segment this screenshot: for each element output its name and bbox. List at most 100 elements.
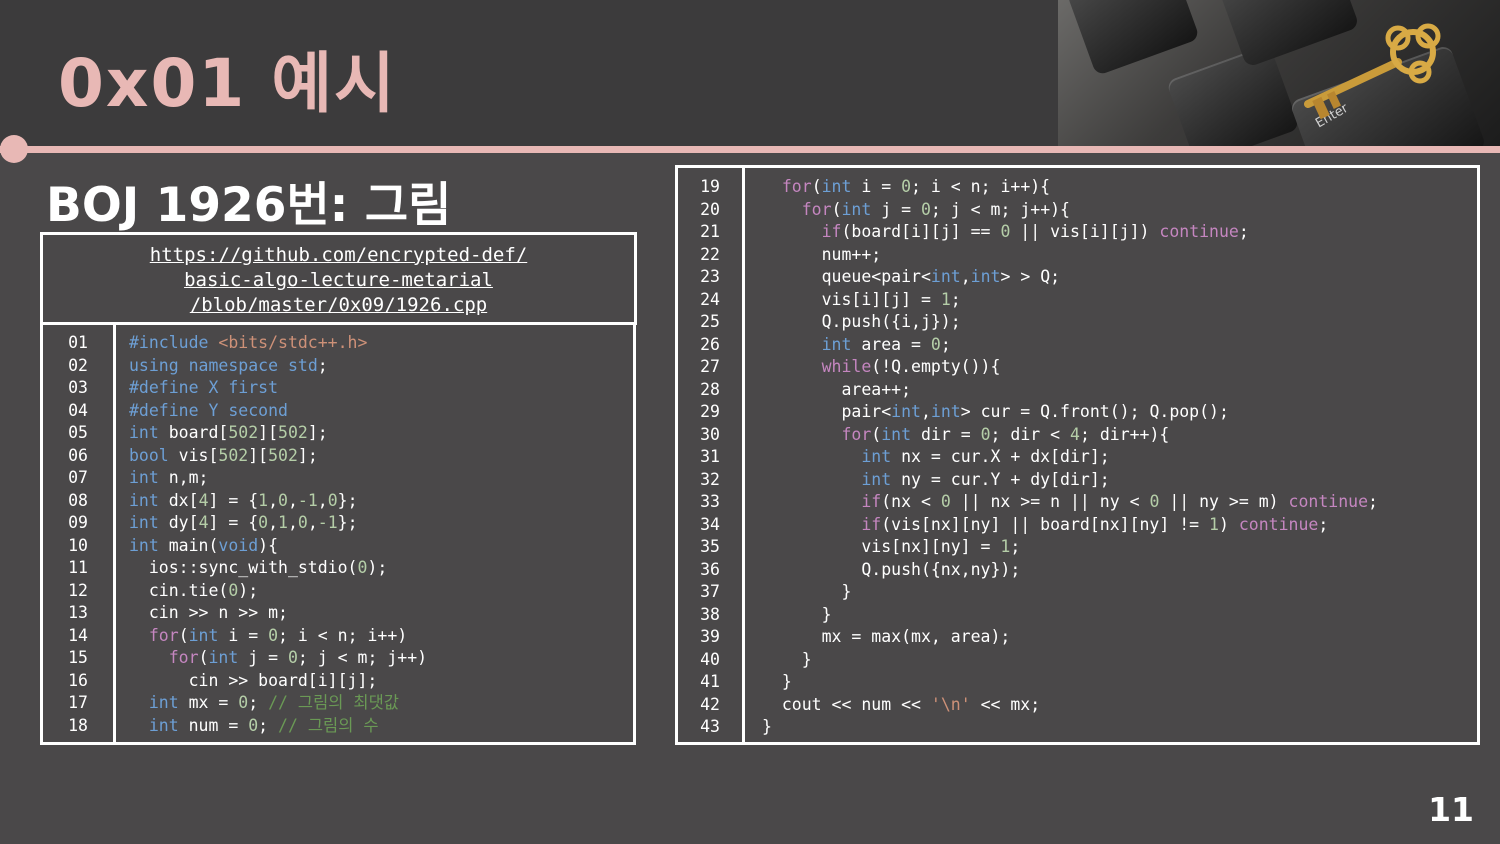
code-token: bool	[129, 445, 169, 465]
code-token: // 그림의 최댓값	[268, 693, 399, 712]
code-token: ,	[307, 513, 318, 532]
code-token: area =	[851, 334, 931, 354]
code-token: cin.tie(	[129, 580, 229, 600]
code-token: ; j < m; j++){	[930, 199, 1070, 219]
code-token: int	[188, 625, 219, 645]
code-line: 17 int mx = 0; // 그림의 최댓값	[43, 692, 633, 715]
line-number: 05	[68, 423, 88, 442]
code-token: 1	[278, 513, 288, 532]
code-token: }	[762, 604, 832, 624]
source-link-line-1[interactable]: https://github.com/encrypted-def/	[150, 243, 528, 268]
line-number: 16	[68, 670, 88, 690]
line-number: 33	[700, 492, 720, 511]
code-token: 0	[357, 558, 368, 577]
code-token: ; i < n; i++){	[911, 177, 1051, 196]
code-token: 1	[1000, 537, 1011, 556]
code-line: 03 #define X first	[43, 377, 633, 400]
code-token: Q.push({i,j});	[762, 312, 961, 331]
code-token: 0	[920, 199, 931, 219]
code-line: 42 cout << num << '\n' << mx;	[678, 694, 1477, 717]
code-token: 0	[940, 492, 951, 511]
code-token: ,	[268, 513, 279, 532]
code-token: if	[861, 492, 882, 511]
source-link-line-2[interactable]: basic-algo-lecture-metarial	[184, 268, 493, 293]
code-token: 0	[1000, 222, 1011, 241]
code-line: 30 for(int dir = 0; dir < 4; dir++){	[678, 424, 1477, 447]
source-link-line-3[interactable]: /blob/master/0x09/1926.cpp	[190, 293, 487, 318]
code-line: 11 ios::sync_with_stdio(0);	[43, 557, 633, 580]
line-number: 20	[700, 199, 720, 219]
line-number: 42	[700, 694, 720, 714]
code-line: 41 }	[678, 671, 1477, 694]
code-token: i =	[218, 625, 269, 645]
code-line: 29 pair<int,int> cur = Q.front(); Q.pop(…	[678, 401, 1477, 424]
code-token: ] = {	[208, 513, 259, 532]
divider-dot	[0, 135, 28, 163]
code-line: 22 num++;	[678, 244, 1477, 267]
source-link-box: https://github.com/encrypted-def/ basic-…	[40, 232, 637, 325]
code-line: 15 for(int j = 0; j < m; j++)	[43, 647, 633, 670]
code-token: cin >> board[i][j];	[129, 670, 378, 690]
code-token: i =	[851, 177, 902, 196]
code-line: 12 cin.tie(0);	[43, 580, 633, 603]
line-number: 10	[68, 535, 88, 555]
hero-keyboard-image: Enter	[1058, 0, 1500, 147]
code-token: 0	[228, 580, 239, 600]
code-token: || ny >= m)	[1159, 492, 1289, 511]
line-number: 19	[700, 177, 720, 196]
code-text: mx = max(mx, area);	[762, 626, 1011, 649]
code-token: 0	[327, 490, 338, 510]
code-token: #define X first	[129, 378, 279, 397]
code-token: dy[	[158, 513, 199, 532]
code-token: void	[218, 535, 259, 555]
code-token: std	[287, 355, 318, 375]
code-token: #include	[129, 333, 219, 352]
code-token: ];	[307, 423, 328, 442]
code-token: mx = max(mx, area);	[762, 627, 1011, 646]
line-number: 07	[68, 468, 88, 487]
line-number: 09	[68, 513, 88, 532]
code-text: for(int j = 0; j < m; j++)	[129, 647, 427, 670]
code-token: n,m;	[158, 468, 209, 487]
code-text: int dx[4] = {1,0,-1,0};	[129, 490, 358, 513]
code-token: vis[nx][ny] =	[762, 537, 1001, 556]
code-text: }	[762, 671, 792, 694]
code-token: if	[861, 514, 882, 534]
code-token: #define Y second	[129, 400, 288, 420]
code-token: ny = cur.Y + dy[dir];	[891, 469, 1110, 489]
line-number: 23	[700, 267, 720, 286]
code-token: 502	[268, 445, 298, 465]
code-line: 09 int dy[4] = {0,1,0,-1};	[43, 512, 633, 535]
code-token: 1	[1209, 514, 1219, 534]
code-token: int	[821, 177, 852, 196]
code-token: (!Q.empty()){	[871, 357, 1001, 376]
code-token: 0	[238, 693, 249, 712]
line-number: 15	[68, 648, 88, 667]
code-text: int n,m;	[129, 467, 208, 490]
code-line: 40 }	[678, 649, 1477, 672]
code-line: 27 while(!Q.empty()){	[678, 356, 1477, 379]
code-token: mx =	[178, 693, 239, 712]
code-token: 0	[258, 513, 269, 532]
code-line: 39 mx = max(mx, area);	[678, 626, 1477, 649]
line-number: 30	[700, 424, 720, 444]
code-token: ;	[940, 334, 951, 354]
code-line: 08 int dx[4] = {1,0,-1,0};	[43, 490, 633, 513]
code-token: ] = {	[208, 490, 259, 510]
code-token: ; i < n; i++)	[278, 625, 408, 645]
code-token: board[	[158, 423, 229, 442]
code-token: 0	[248, 715, 259, 735]
code-token: vis[i][j] =	[762, 289, 941, 309]
code-token: -1	[297, 490, 318, 510]
line-number: 37	[700, 582, 720, 601]
code-token: continue	[1288, 492, 1369, 511]
code-token: ,	[317, 490, 328, 510]
code-token: 0	[980, 424, 991, 444]
code-text: using namespace std;	[129, 355, 328, 378]
code-line: 38 }	[678, 604, 1477, 627]
